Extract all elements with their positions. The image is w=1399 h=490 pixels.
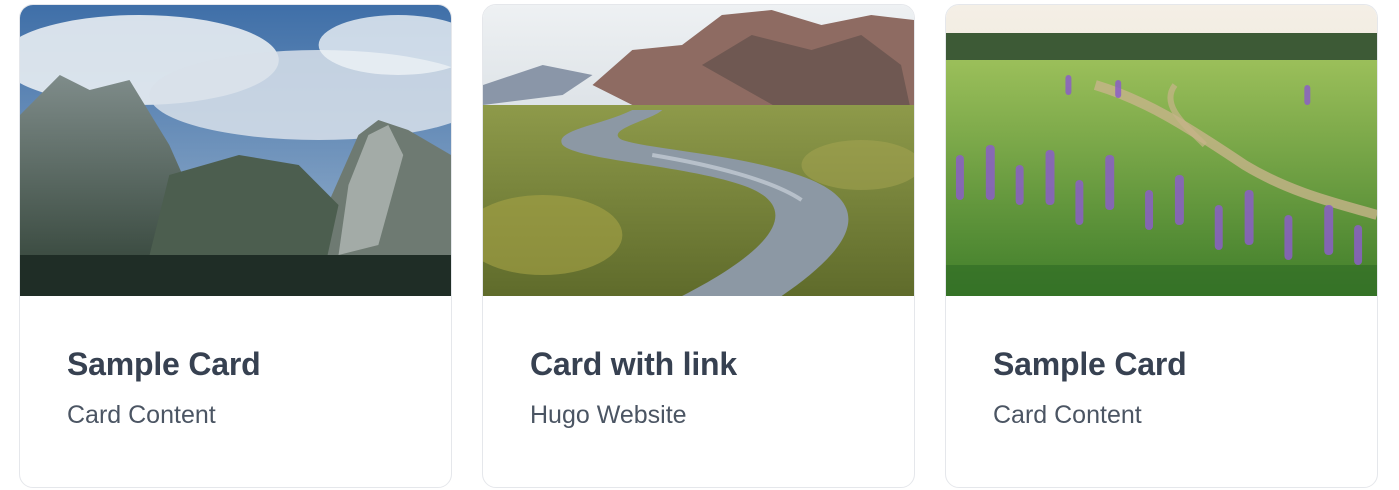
card-title: Card with link (530, 346, 737, 382)
sample-card: Sample Card Card Content (945, 4, 1378, 488)
card-with-link[interactable]: Card with link Hugo Website (482, 4, 915, 488)
cards-grid: Sample Card Card Content Card with link … (0, 0, 1399, 490)
lupine-meadow-image (946, 5, 1377, 296)
card-content: Card Content (993, 401, 1142, 429)
mountain-clouds-image (20, 5, 451, 296)
card-title: Sample Card (993, 346, 1187, 382)
card-content: Hugo Website (530, 401, 687, 429)
sample-card: Sample Card Card Content (19, 4, 452, 488)
card-title: Sample Card (67, 346, 261, 382)
card-body: Sample Card Card Content (20, 296, 451, 431)
card-body: Card with link Hugo Website (483, 296, 914, 431)
card-content: Card Content (67, 401, 216, 429)
card-body: Sample Card Card Content (946, 296, 1377, 431)
stream-valley-image (483, 5, 914, 296)
